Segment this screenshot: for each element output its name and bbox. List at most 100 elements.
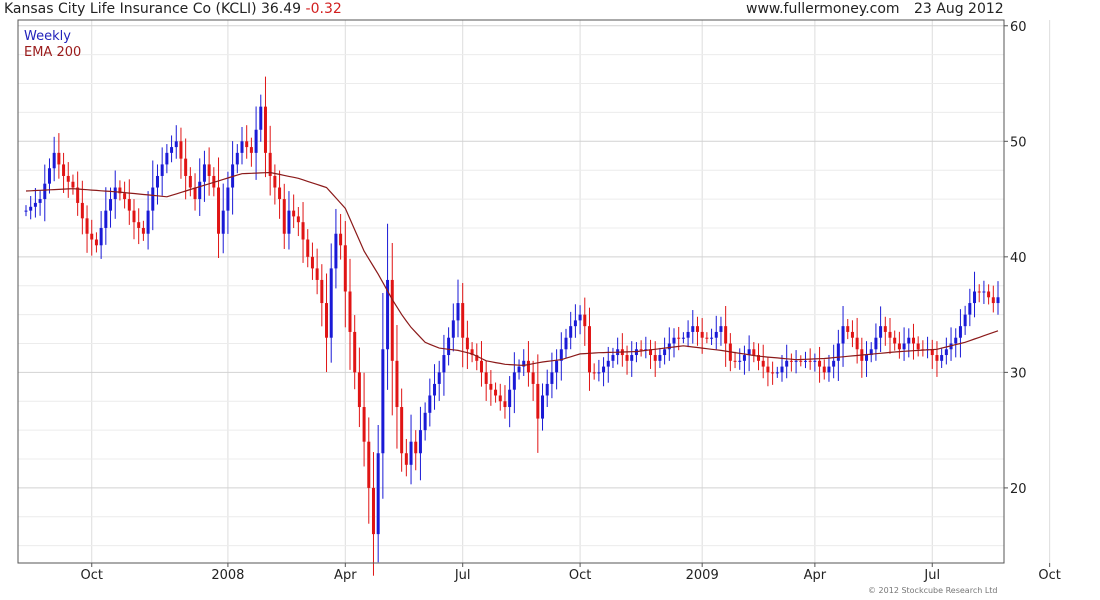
candle-body [104,210,108,228]
candle-body [47,168,51,184]
candle-body [799,360,803,362]
candle-body [587,326,591,373]
candle-body [832,360,836,367]
candle-body [968,303,972,315]
legend-ema-200: EMA 200 [24,45,82,60]
candle-body [188,175,192,188]
candle-body [24,210,28,212]
candle-body [564,337,568,350]
candle-body [578,314,582,321]
candle-body [883,326,887,332]
candle-body [536,383,540,419]
candle-body [841,326,845,344]
x-tick-label: Apr [334,568,357,583]
candle-body [38,199,42,203]
candle-body [517,366,521,373]
candle-body [202,164,206,182]
candle-body [193,187,197,200]
candle-body [240,141,244,153]
candle-body [254,129,258,153]
candle-body [52,152,56,169]
candle-body [531,372,535,384]
candle-body [780,366,784,373]
candle-body [292,210,296,217]
candle-body [789,360,793,362]
candle-body [437,372,441,384]
candle-body [170,147,174,153]
candle-body [390,279,394,361]
candle-body [62,164,66,176]
x-tick-label: Oct [569,568,591,583]
candle-body [409,441,413,465]
candle-body [940,355,944,361]
candle-body [71,181,75,188]
candle-body [973,291,977,304]
candle-body [658,355,662,361]
candle-body [296,216,300,223]
candle-body [489,383,493,390]
candle-body [33,202,37,207]
candle-body [653,355,657,361]
candle-body [944,349,948,356]
candle-body [123,193,127,200]
candle-body [428,395,432,413]
candle-body [742,355,746,361]
candle-body [907,337,911,344]
candle-body [85,218,89,234]
candle-body [442,355,446,373]
candle-body [160,164,164,176]
candle-body [625,355,629,361]
candle-body [911,337,915,344]
candle-body [306,239,310,257]
candle-body [583,314,587,327]
candle-body [57,152,61,165]
candle-body [94,239,98,246]
candle-body [611,355,615,361]
candle-body [695,326,699,332]
candle-body [367,441,371,488]
candle-body [348,291,352,332]
candlestick-series [24,76,1000,576]
candle-body [29,206,33,211]
x-tick-label: 2009 [686,568,719,583]
candle-body [526,360,530,373]
candle-body [198,181,202,200]
candle-body [663,349,667,356]
candle-body [724,326,728,344]
candle-body [447,337,451,356]
candle-body [479,360,483,373]
candle-body [301,222,305,240]
candle-body [597,372,601,374]
candle-body [174,141,178,148]
candle-body [484,372,488,384]
candle-body [263,106,267,153]
candle-body [836,343,840,361]
candle-body [494,389,498,396]
plot-frame [17,19,1005,564]
candle-body [165,152,169,165]
candle-body [818,360,822,367]
candle-body [888,331,892,338]
candle-body [498,395,502,402]
candle-body [761,360,765,367]
candle-body [66,175,70,182]
x-axis: Oct2008AprJulOct2009AprJulOct2010AprJulO… [80,563,1061,583]
candle-body [141,227,145,234]
copyright-note: © 2012 Stockcube Research Ltd [868,586,998,595]
candle-body [512,372,516,390]
candle-body [217,187,221,234]
price-chart: Oct2008AprJulOct2009AprJulOct2010AprJulO… [17,19,1061,583]
candle-body [249,147,253,153]
y-tick-label: 30 [1010,366,1027,381]
x-tick-label: Apr [804,568,827,583]
candle-body [681,337,685,339]
candle-body [686,331,690,338]
candle-body [771,372,775,374]
candle-body [710,337,714,339]
candle-body [855,337,859,350]
candle-body [339,233,343,246]
candle-body [414,441,418,454]
candle-body [334,233,338,269]
candle-body [808,360,812,362]
candle-body [916,343,920,350]
